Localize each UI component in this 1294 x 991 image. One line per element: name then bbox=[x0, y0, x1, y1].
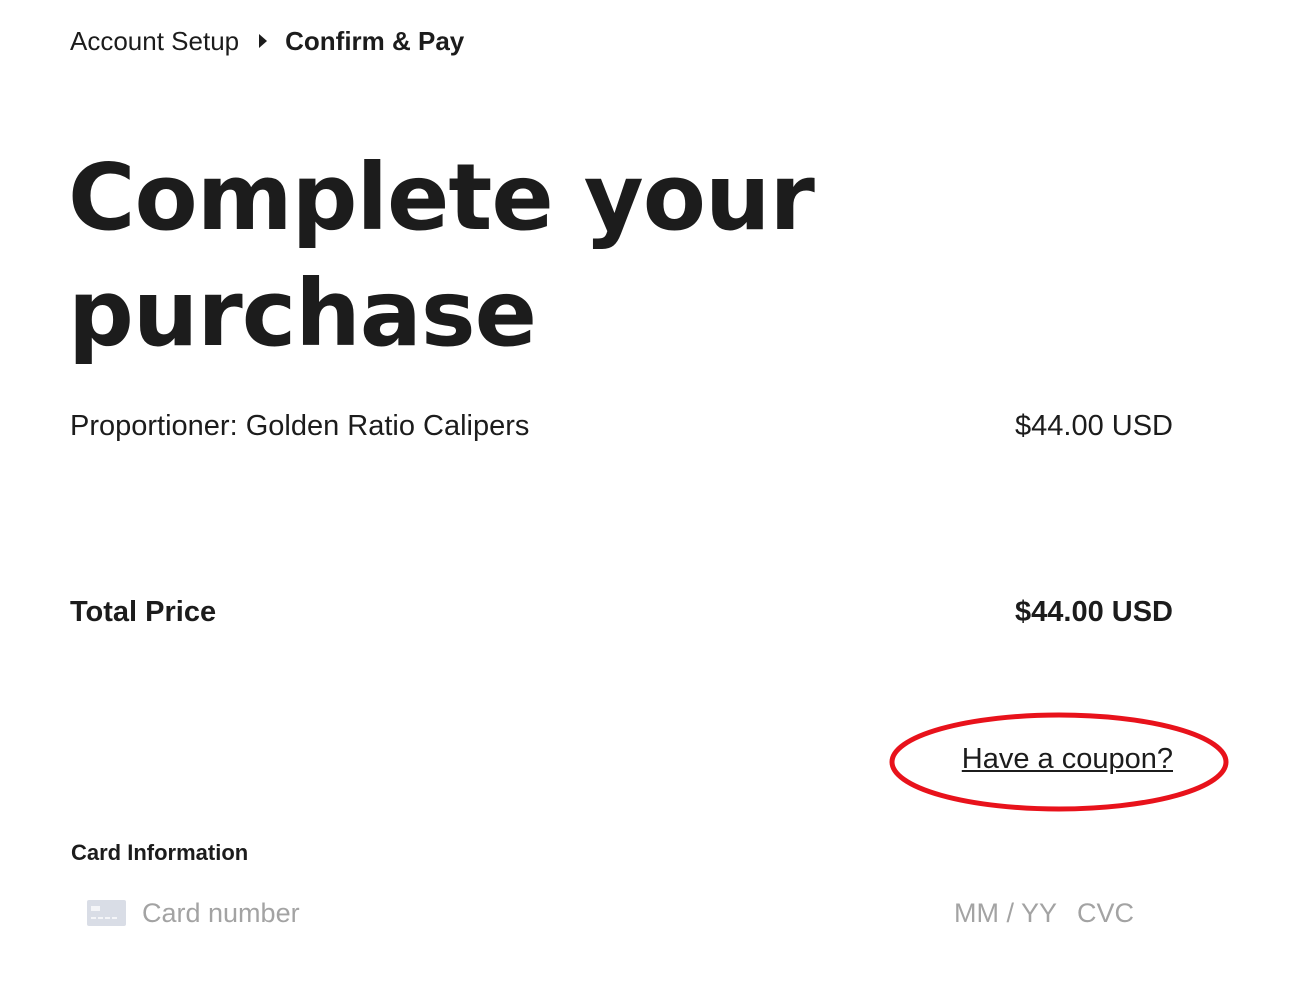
breadcrumb: Account Setup Confirm & Pay bbox=[70, 24, 464, 58]
total-price-value: $44.00 USD bbox=[1015, 596, 1173, 628]
coupon-link[interactable]: Have a coupon? bbox=[962, 741, 1173, 777]
page-title: Complete your purchase bbox=[68, 144, 815, 367]
card-number-input[interactable] bbox=[142, 894, 742, 932]
line-item-name: Proportioner: Golden Ratio Calipers bbox=[70, 410, 530, 442]
checkout-page: Account Setup Confirm & Pay Complete you… bbox=[0, 0, 1294, 991]
breadcrumb-confirm-pay: Confirm & Pay bbox=[285, 26, 465, 56]
card-expiry-input[interactable] bbox=[954, 894, 1066, 932]
card-information-label: Card Information bbox=[71, 840, 249, 865]
line-item-price: $44.00 USD bbox=[1015, 410, 1173, 442]
total-price-row: Total Price $44.00 USD bbox=[70, 594, 1173, 630]
caret-right-icon bbox=[259, 34, 268, 48]
credit-card-icon bbox=[87, 900, 126, 926]
total-price-label: Total Price bbox=[70, 596, 217, 628]
card-cvc-input[interactable] bbox=[1077, 894, 1147, 932]
card-input-group bbox=[72, 886, 1152, 940]
coupon-area: Have a coupon? bbox=[888, 711, 1230, 813]
order-line-item: Proportioner: Golden Ratio Calipers $44.… bbox=[70, 408, 1173, 444]
breadcrumb-account-setup[interactable]: Account Setup bbox=[70, 24, 239, 58]
